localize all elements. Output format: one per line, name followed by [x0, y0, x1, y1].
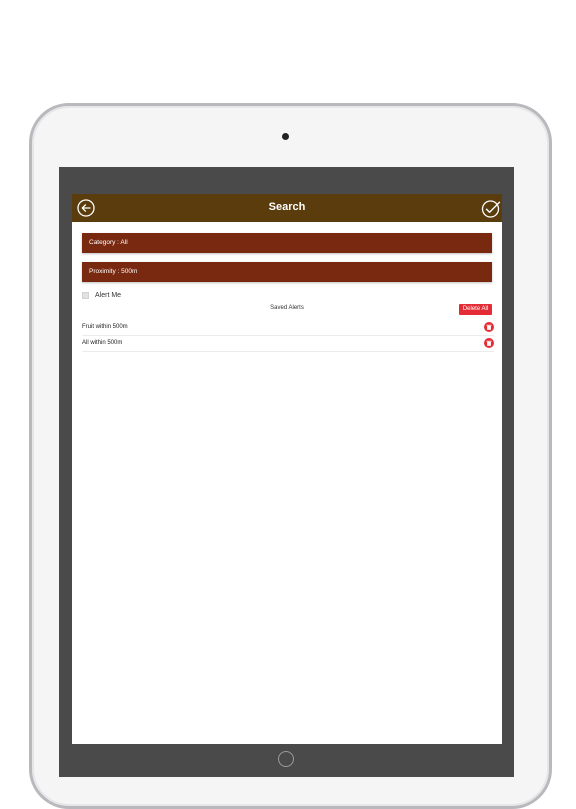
delete-alert-button[interactable] [484, 338, 494, 348]
checkmark-icon [481, 200, 501, 218]
alert-me-checkbox[interactable] [82, 291, 89, 299]
alert-me-row: Alert Me [82, 290, 121, 300]
navigation-bar: Search [72, 194, 502, 222]
delete-all-button[interactable]: Delete All [459, 304, 492, 315]
saved-alerts-title: Saved Alerts [270, 305, 304, 311]
list-item[interactable]: Fruit within 500m [82, 320, 494, 336]
category-filter[interactable]: Category : All [82, 233, 492, 253]
alert-item-label: All within 500m [82, 340, 123, 346]
front-camera [282, 133, 289, 140]
home-button[interactable] [278, 751, 294, 767]
proximity-filter[interactable]: Proximity : 500m [82, 262, 492, 282]
delete-alert-button[interactable] [484, 322, 494, 332]
trash-icon [486, 324, 492, 330]
alert-me-label: Alert Me [95, 291, 122, 299]
alert-item-label: Fruit within 500m [82, 324, 128, 330]
trash-icon [486, 340, 492, 346]
app-screen: Search Category : All Proximity : 500m A… [72, 194, 502, 744]
saved-alerts-list: Fruit within 500m All within 500m [82, 320, 494, 352]
list-item[interactable]: All within 500m [82, 336, 494, 352]
done-button[interactable] [481, 199, 501, 218]
page-title: Search [268, 201, 306, 213]
